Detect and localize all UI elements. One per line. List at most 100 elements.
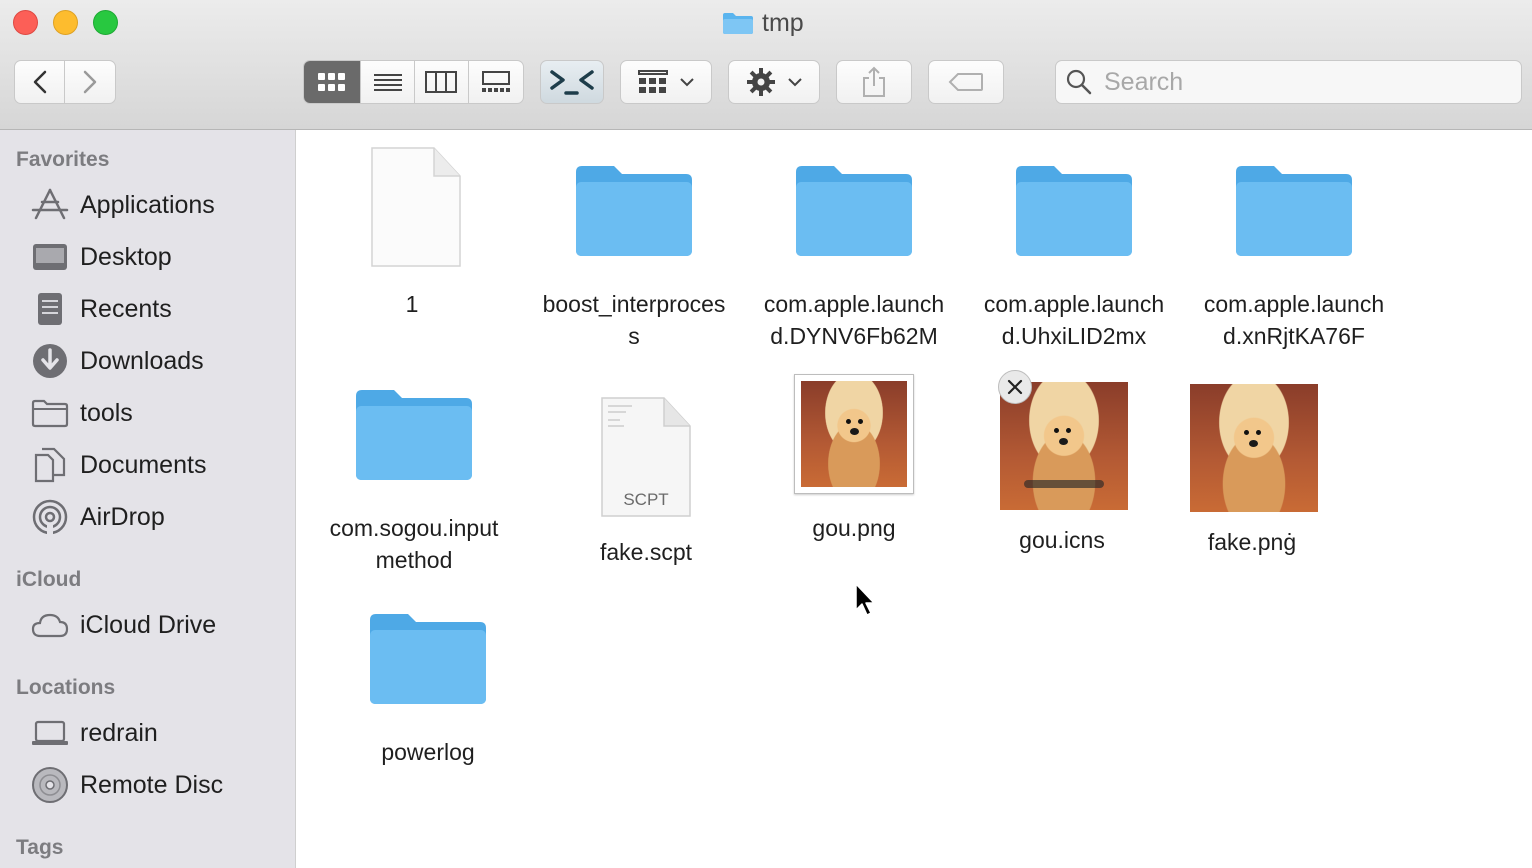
folder-icon	[370, 614, 486, 704]
search-input[interactable]	[1102, 66, 1506, 98]
cloud-icon	[30, 605, 70, 645]
sidebar-item-label: tools	[80, 398, 133, 427]
title-bar: tmp	[0, 0, 1532, 130]
nav-buttons	[14, 60, 116, 104]
file-label: com.sogou.input	[329, 515, 499, 541]
tag-icon	[948, 73, 983, 91]
document-icon	[371, 147, 461, 267]
search-field[interactable]	[1055, 60, 1522, 104]
sidebar-item-documents[interactable]: Documents	[30, 443, 206, 487]
minimize-window-button[interactable]	[53, 10, 78, 35]
file-label: powerlog	[381, 739, 475, 765]
icon-grid-icon	[318, 73, 346, 91]
file-label-line2: method	[375, 547, 453, 573]
close-window-button[interactable]	[13, 10, 38, 35]
sidebar-item-label: iCloud Drive	[80, 610, 217, 639]
file-label: com.apple.launch	[763, 291, 945, 317]
chevron-down-icon	[788, 78, 802, 87]
window-title: tmp	[722, 8, 804, 38]
file-label: fake.pnġ	[1207, 529, 1297, 555]
folder-icon	[723, 13, 753, 34]
sidebar: Favorites Applications Desktop Recents D…	[0, 130, 296, 868]
gear-icon	[747, 68, 775, 96]
desktop-icon	[30, 237, 70, 277]
finder-window: tmp Search Favorites Applications Deskto…	[0, 0, 1532, 868]
download-icon	[30, 341, 70, 381]
mouse-cursor-icon	[855, 583, 875, 616]
icon-view-button[interactable]	[304, 61, 362, 103]
share-button[interactable]	[836, 60, 912, 104]
sidebar-section-favorites: Favorites	[16, 148, 110, 171]
file-label: gou.png	[812, 515, 896, 541]
sidebar-item-label: Desktop	[80, 242, 172, 271]
back-button[interactable]	[15, 61, 66, 103]
sidebar-item-recents[interactable]: Recents	[30, 287, 172, 331]
sidebar-item-airdrop[interactable]: AirDrop	[30, 495, 165, 539]
group-grid-icon	[638, 70, 668, 93]
sidebar-item-applications[interactable]: Applications	[30, 183, 215, 227]
file-label-line2: s	[628, 323, 640, 349]
close-badge-button[interactable]	[998, 370, 1032, 404]
gallery-icon	[481, 71, 510, 92]
sidebar-item-label: Applications	[80, 190, 215, 219]
sidebar-item-desktop[interactable]: Desktop	[30, 235, 172, 279]
folder-icon	[1016, 166, 1132, 256]
sidebar-item-label: Remote Disc	[80, 770, 224, 799]
list-view-button[interactable]	[361, 61, 415, 103]
column-view-button[interactable]	[415, 61, 469, 103]
image-thumbnail	[794, 374, 914, 494]
sidebar-section-icloud: iCloud	[16, 568, 82, 591]
file-label: fake.scpt	[599, 539, 693, 565]
file-label: com.apple.launch	[983, 291, 1165, 317]
window-title-text: tmp	[762, 8, 804, 37]
recents-icon	[30, 289, 70, 329]
sidebar-item-label: AirDrop	[80, 502, 165, 531]
folder-icon	[356, 390, 472, 480]
sidebar-item-label: redrain	[80, 718, 158, 747]
progress-bar	[1024, 480, 1104, 488]
file-label-line2: d.UhxiLID2mx	[1001, 323, 1147, 349]
chevron-down-icon	[680, 78, 694, 87]
group-by-button[interactable]	[620, 60, 712, 104]
laptop-icon	[30, 713, 70, 753]
image-thumbnail	[1190, 384, 1318, 512]
folder-icon	[30, 393, 70, 433]
chevron-right-icon	[83, 70, 97, 94]
terminal-face-icon	[550, 70, 594, 95]
search-icon	[1066, 69, 1092, 95]
custom-toolbar-button[interactable]	[540, 60, 604, 104]
file-label: 1	[405, 291, 419, 317]
action-button[interactable]	[728, 60, 820, 104]
folder-icon	[796, 166, 912, 256]
list-icon	[373, 74, 402, 91]
zoom-window-button[interactable]	[93, 10, 118, 35]
sidebar-item-label: Recents	[80, 294, 172, 323]
sidebar-item-label: Downloads	[80, 346, 204, 375]
sidebar-item-label: Documents	[80, 450, 207, 479]
file-label: boost_interproces	[542, 291, 726, 317]
edit-tags-button[interactable]	[928, 60, 1004, 104]
applications-icon	[30, 185, 70, 225]
sidebar-section-locations: Locations	[16, 676, 116, 699]
dog-image	[801, 381, 907, 487]
documents-icon	[30, 445, 70, 485]
sidebar-item-remote-disc[interactable]: Remote Disc	[30, 763, 223, 807]
file-label: gou.icns	[1019, 527, 1105, 553]
sidebar-item-redrain[interactable]: redrain	[30, 711, 158, 755]
file-label: com.apple.launch	[1203, 291, 1385, 317]
airdrop-icon	[30, 497, 70, 537]
view-mode-control	[303, 60, 524, 104]
forward-button[interactable]	[65, 61, 115, 103]
sidebar-item-icloud-drive[interactable]: iCloud Drive	[30, 603, 216, 647]
file-type-badge: SCPT	[623, 490, 669, 509]
folder-icon	[576, 166, 692, 256]
file-label-line2: d.DYNV6Fb62M	[770, 323, 938, 349]
columns-icon	[425, 71, 458, 93]
file-browser: 1 boost_interproces s com.apple.launch d…	[296, 130, 1532, 868]
sidebar-item-downloads[interactable]: Downloads	[30, 339, 204, 383]
sidebar-item-tools[interactable]: tools	[30, 391, 133, 435]
sidebar-section-tags: Tags	[16, 836, 64, 859]
share-icon	[863, 66, 885, 97]
gallery-view-button[interactable]	[469, 61, 523, 103]
file-label-line2: d.xnRjtKA76F	[1223, 323, 1365, 349]
